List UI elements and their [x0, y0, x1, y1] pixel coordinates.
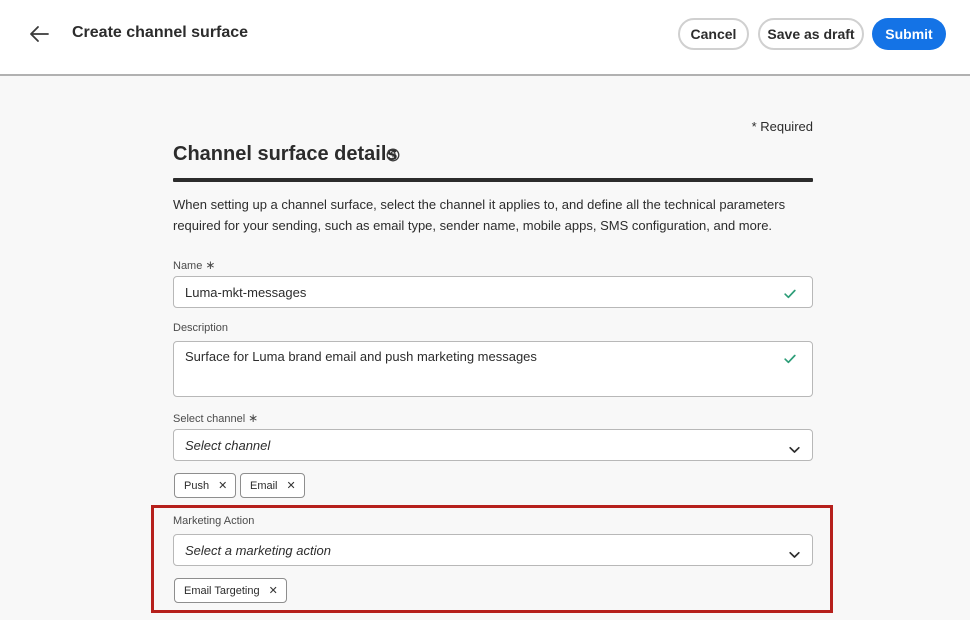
channel-dropdown[interactable]: Select channel	[173, 429, 813, 461]
intro-text: When setting up a channel surface, selec…	[173, 197, 786, 233]
checkmark-icon	[784, 352, 796, 364]
required-note: * Required	[751, 119, 813, 134]
channel-placeholder: Select channel	[185, 438, 271, 453]
channel-label: Select channel ∗	[173, 411, 259, 425]
name-label: Name ∗	[173, 258, 216, 272]
checkmark-icon	[784, 287, 796, 299]
chevron-down-icon	[789, 442, 800, 453]
section-divider	[173, 178, 813, 182]
submit-button[interactable]: Submit	[872, 18, 946, 50]
name-field[interactable]: Luma-mkt-messages	[173, 276, 813, 308]
back-arrow-icon[interactable]	[26, 22, 52, 46]
section-title: Channel surface details	[173, 143, 398, 165]
description-label: Description	[173, 322, 229, 334]
help-circle-icon[interactable]	[386, 148, 400, 162]
cancel-button[interactable]: Cancel	[678, 18, 749, 50]
top-header: Create channel surface Cancel Save as dr…	[0, 0, 970, 76]
description-field[interactable]: Surface for Luma brand email and push ma…	[173, 341, 813, 397]
close-icon[interactable]: ✕	[287, 479, 296, 492]
save-as-draft-button[interactable]: Save as draft	[758, 18, 864, 50]
highlight-frame	[151, 505, 833, 613]
page-title: Create channel surface	[72, 24, 249, 41]
close-icon[interactable]: ✕	[218, 479, 227, 492]
name-value: Luma-mkt-messages	[185, 285, 307, 300]
channel-tag-email: Email ✕	[240, 473, 305, 498]
channel-tag-push: Push ✕	[174, 473, 237, 498]
description-value: Surface for Luma brand email and push ma…	[185, 349, 537, 364]
